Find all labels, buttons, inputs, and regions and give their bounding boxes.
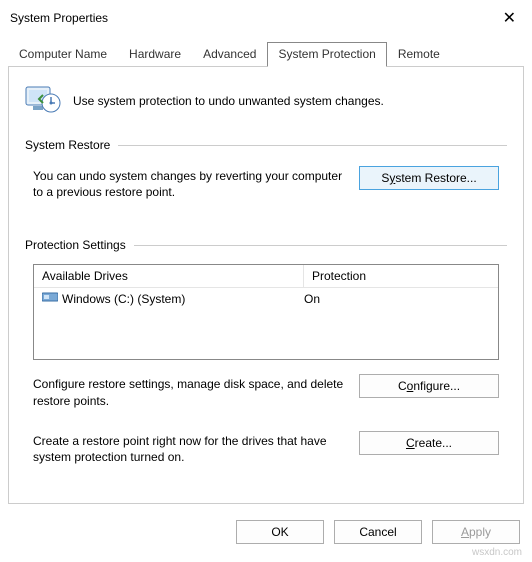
system-restore-desc: You can undo system changes by reverting… bbox=[33, 166, 345, 200]
drive-protection-status: On bbox=[304, 292, 490, 306]
window-title: System Properties bbox=[10, 11, 108, 25]
table-row[interactable]: Windows (C:) (System) On bbox=[34, 288, 498, 309]
drives-table[interactable]: Available Drives Protection Windows (C:)… bbox=[33, 264, 499, 360]
drive-name: Windows (C:) (System) bbox=[62, 292, 185, 306]
legend-text: Protection Settings bbox=[25, 238, 126, 252]
tab-computer-name[interactable]: Computer Name bbox=[8, 42, 118, 66]
tab-advanced[interactable]: Advanced bbox=[192, 42, 267, 66]
col-available-drives[interactable]: Available Drives bbox=[34, 265, 304, 288]
legend-divider bbox=[118, 145, 507, 146]
legend-divider bbox=[134, 245, 507, 246]
intro-text: Use system protection to undo unwanted s… bbox=[73, 94, 384, 108]
tabstrip: Computer Name Hardware Advanced System P… bbox=[0, 36, 532, 66]
tab-page-system-protection: Use system protection to undo unwanted s… bbox=[8, 66, 524, 504]
create-desc: Create a restore point right now for the… bbox=[33, 431, 345, 465]
intro-row: Use system protection to undo unwanted s… bbox=[25, 81, 507, 120]
legend-text: System Restore bbox=[25, 138, 110, 152]
protection-settings-legend: Protection Settings bbox=[25, 238, 507, 252]
ok-button[interactable]: OK bbox=[236, 520, 324, 544]
configure-button[interactable]: Configure... bbox=[359, 374, 499, 398]
disk-icon bbox=[42, 291, 58, 306]
system-protection-icon bbox=[25, 81, 61, 120]
titlebar: System Properties ✕ bbox=[0, 0, 532, 36]
tab-remote[interactable]: Remote bbox=[387, 42, 451, 66]
dialog-buttons: OK Cancel Apply bbox=[0, 512, 532, 544]
apply-button[interactable]: Apply bbox=[432, 520, 520, 544]
drives-header: Available Drives Protection bbox=[34, 265, 498, 288]
close-icon[interactable]: ✕ bbox=[497, 6, 522, 30]
tab-system-protection[interactable]: System Protection bbox=[267, 42, 386, 67]
configure-desc: Configure restore settings, manage disk … bbox=[33, 374, 345, 408]
watermark: wsxdn.com bbox=[472, 547, 522, 558]
col-protection[interactable]: Protection bbox=[304, 265, 498, 288]
system-restore-legend: System Restore bbox=[25, 138, 507, 152]
cancel-button[interactable]: Cancel bbox=[334, 520, 422, 544]
system-restore-button[interactable]: System Restore... bbox=[359, 166, 499, 190]
create-button[interactable]: Create... bbox=[359, 431, 499, 455]
tab-hardware[interactable]: Hardware bbox=[118, 42, 192, 66]
